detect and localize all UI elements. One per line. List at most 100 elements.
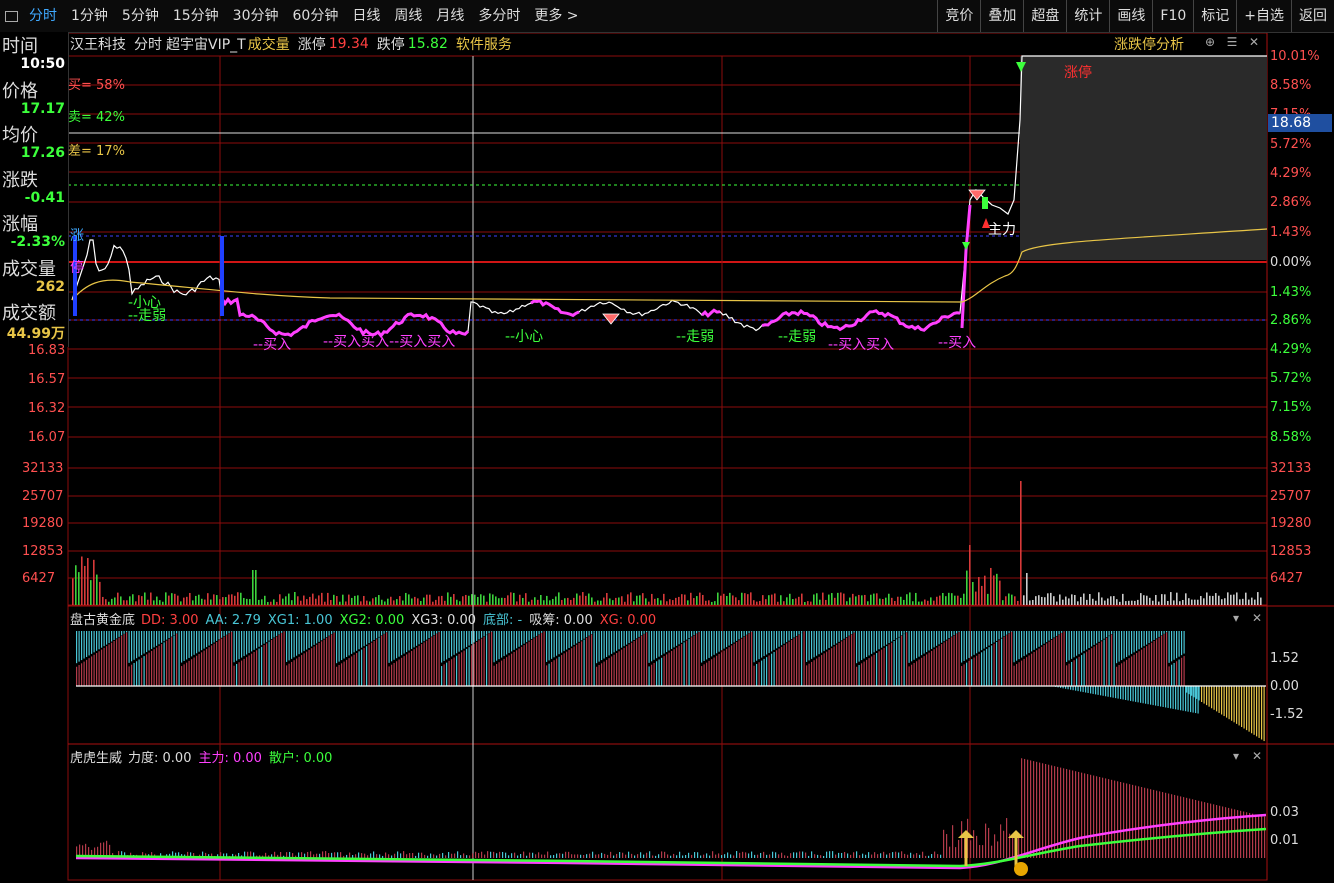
indicator2-bar [676, 855, 678, 858]
toolbar-button-1[interactable]: 叠加 [980, 0, 1023, 32]
volume-bar [1011, 594, 1013, 605]
close-icon[interactable]: ✕ [1251, 750, 1263, 762]
indicator1-negative-bar [1195, 686, 1197, 714]
indicator-name[interactable]: 盘古黄金底 [70, 613, 135, 628]
indicator-name[interactable]: 虎虎生威 [70, 751, 122, 766]
volume-bar [537, 599, 539, 605]
tab-8[interactable]: 月线 [429, 0, 471, 32]
tab-7[interactable]: 周线 [387, 0, 429, 32]
quote-value-2: 17.26 [20, 145, 65, 161]
indicator2-bar [664, 851, 666, 858]
volume-bar [627, 594, 629, 605]
indicator1-bar [493, 665, 495, 686]
toolbar-button-0[interactable]: 竞价 [937, 0, 980, 32]
indicator2-bar [1213, 804, 1215, 858]
indicator1-bar [998, 640, 1000, 686]
indicator2-bar [778, 854, 780, 858]
volume-bar [132, 594, 134, 605]
indicator1-cap [908, 631, 910, 663]
indicator2-bar [355, 854, 357, 858]
indicator1-cap [1163, 631, 1165, 634]
indicator2-bar [943, 829, 945, 858]
indicator1-cap [921, 631, 923, 656]
indicator1-cap [186, 631, 188, 660]
volume-bar [513, 592, 515, 605]
indicator2-bar [1123, 782, 1125, 858]
toolbar-button-5[interactable]: F10 [1152, 0, 1193, 32]
volume-bar [201, 598, 203, 605]
quote-value-6: 44.99万 [6, 326, 65, 342]
volume-bar [372, 598, 374, 605]
indicator1-bar [661, 657, 663, 686]
toolbar-button-2[interactable]: 超盘 [1023, 0, 1066, 32]
volume-bar [807, 601, 809, 605]
indicator-label[interactable]: 超宇宙VIP_T [166, 34, 246, 54]
tab-10[interactable]: 更多 > [527, 0, 585, 32]
list-icon[interactable]: ☰ [1226, 36, 1238, 48]
indicator1-bar [421, 644, 423, 686]
indicator1-bar [536, 636, 538, 686]
volume-bar [612, 600, 614, 605]
indicator1-cap [936, 631, 938, 646]
volume-bar [108, 601, 110, 605]
tab-6[interactable]: 日线 [345, 0, 387, 32]
indicator1-bar [983, 650, 985, 686]
indicator1-cap [273, 631, 275, 638]
indicator1-cap [146, 631, 148, 653]
toolbar-button-7[interactable]: +自选 [1236, 0, 1291, 32]
close-icon[interactable]: ✕ [1251, 612, 1263, 624]
dropdown-icon[interactable]: ▾ [1230, 750, 1242, 762]
indicator2-bar [1144, 787, 1146, 858]
indicator1-cap [98, 631, 100, 650]
tab-2[interactable]: 5分钟 [115, 0, 166, 32]
indicator2-bar [427, 855, 429, 858]
toolbar-button-8[interactable]: 返回 [1291, 0, 1334, 32]
volume-bar [240, 592, 242, 605]
pct-tick-right: 4.29% [1270, 166, 1312, 181]
indicator2-bar [1204, 802, 1206, 858]
toolbar-button-6[interactable]: 标记 [1193, 0, 1236, 32]
limit-analysis-link[interactable]: 涨跌停分析 [1114, 34, 1184, 54]
indicator1-tick: 1.52 [1270, 651, 1299, 666]
indicator1-cap [493, 631, 495, 663]
signal-label: --买入 [938, 335, 977, 351]
volume-bar [666, 601, 668, 605]
volume-bar [1245, 592, 1247, 605]
indicator1-cap [586, 631, 588, 638]
indicator1-bar [441, 666, 443, 686]
volume-bar [549, 600, 551, 605]
tab-1[interactable]: 1分钟 [64, 0, 115, 32]
close-icon[interactable]: ✕ [1248, 36, 1260, 48]
volume-bar [579, 595, 581, 605]
tab-9[interactable]: 多分时 [471, 0, 527, 32]
tab-0[interactable]: 分时 [22, 0, 64, 32]
indicator1-cap [521, 631, 523, 646]
toolbar-button-3[interactable]: 统计 [1066, 0, 1109, 32]
indicator1-cap [833, 631, 835, 645]
indicator1-bar [203, 650, 205, 686]
indicator1-cap [561, 631, 563, 653]
indicator1-cap [101, 631, 103, 648]
indicator2-bar [934, 851, 936, 858]
volume-bar [552, 598, 554, 605]
tab-4[interactable]: 30分钟 [226, 0, 286, 32]
dropdown-icon[interactable]: ▾ [1230, 612, 1242, 624]
menu-icon[interactable] [0, 0, 22, 32]
indicator2-bar [1192, 799, 1194, 858]
indicator2-bar [568, 851, 570, 858]
indicator1-cap [551, 631, 553, 659]
toolbar-button-4[interactable]: 画线 [1109, 0, 1152, 32]
indicator1-bar [88, 658, 90, 686]
indicator1-bar [456, 655, 458, 686]
tab-5[interactable]: 60分钟 [286, 0, 346, 32]
volume-bar [237, 592, 239, 605]
settings-icon[interactable]: ⊕ [1204, 36, 1216, 48]
sector-label[interactable]: 软件服务 [456, 34, 512, 54]
indicator1-cap [1053, 631, 1055, 638]
volume-bar [285, 596, 287, 605]
tab-3[interactable]: 15分钟 [166, 0, 226, 32]
stock-name[interactable]: 汉王科技 [70, 34, 126, 54]
volume-bar [843, 593, 845, 605]
volume-bar [744, 593, 746, 605]
indicator2-bar [487, 851, 489, 858]
